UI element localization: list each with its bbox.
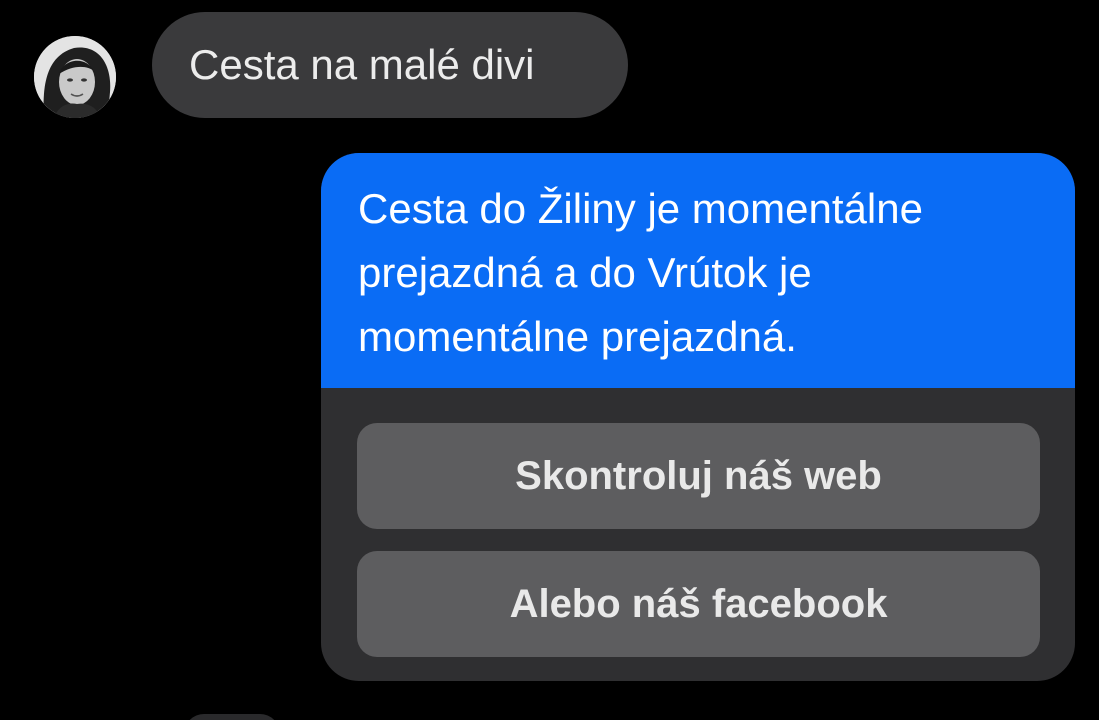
next-message-bubble-partial [184, 714, 280, 720]
incoming-message-bubble: Cesta na malé divi [152, 12, 628, 118]
bot-response-card: Cesta do Žiliny je momentálne prejazdná … [321, 153, 1075, 681]
user-avatar[interactable] [34, 36, 116, 118]
avatar-photo-icon [34, 36, 116, 118]
facebook-button[interactable]: Alebo náš facebook [357, 551, 1040, 657]
bot-message-text: Cesta do Žiliny je momentálne prejazdná … [321, 153, 1075, 388]
check-web-button[interactable]: Skontroluj náš web [357, 423, 1040, 529]
chat-screen: Cesta na malé divi Cesta do Žiliny je mo… [0, 0, 1099, 720]
